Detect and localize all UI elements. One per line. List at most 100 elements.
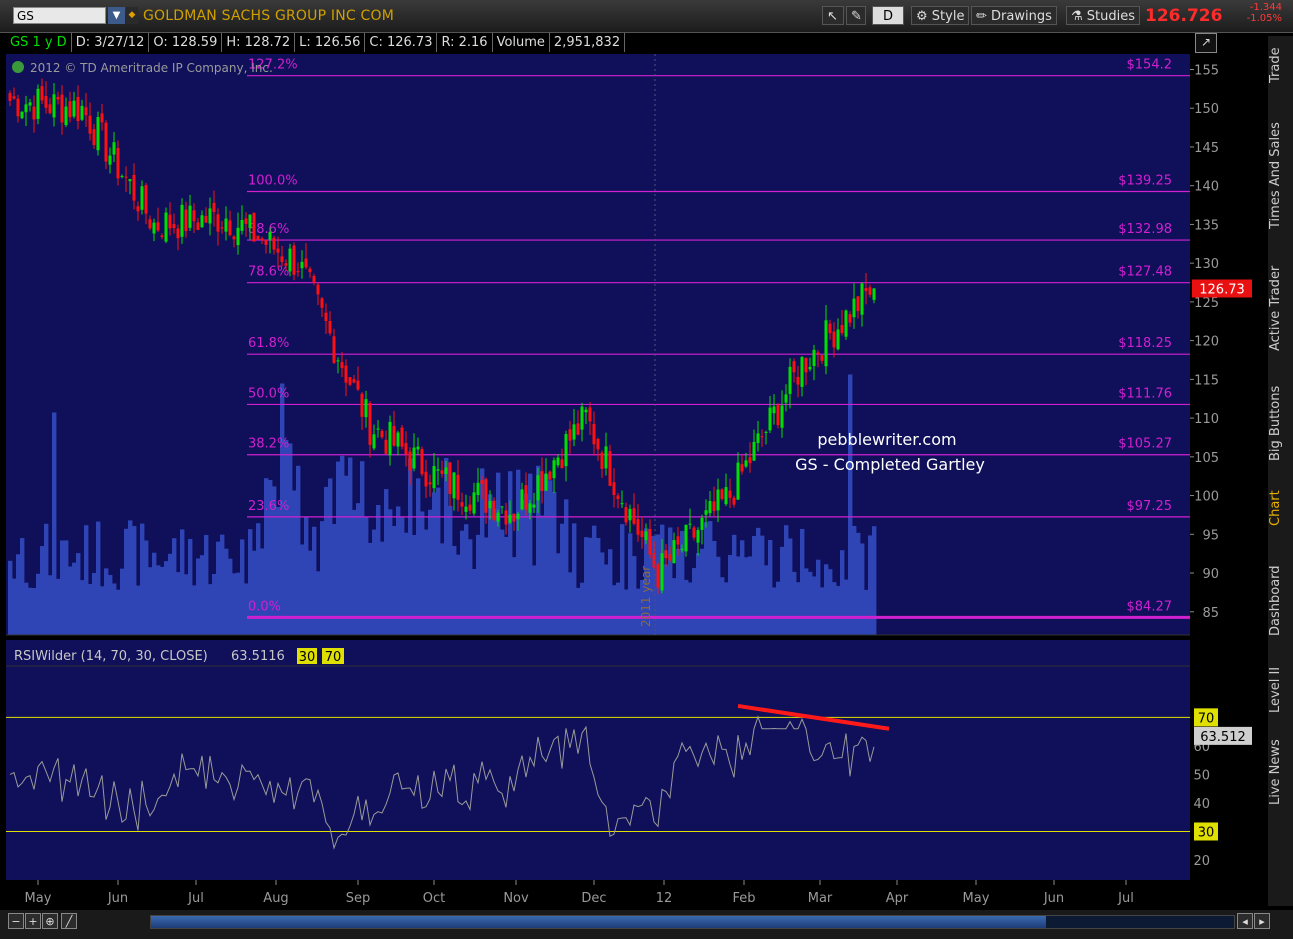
candle bbox=[276, 248, 280, 253]
pencil-icon: ✏ bbox=[976, 9, 992, 24]
candle bbox=[340, 362, 344, 369]
volume-bar bbox=[548, 480, 553, 635]
candle bbox=[120, 175, 124, 177]
zoom-out-icon[interactable]: − bbox=[8, 913, 24, 929]
year-marker: 2011 year bbox=[639, 566, 653, 627]
volume-bar bbox=[792, 571, 797, 635]
volume-bar bbox=[324, 486, 329, 635]
tab-live-news[interactable]: Live News bbox=[1268, 734, 1293, 810]
volume-bar bbox=[124, 528, 129, 635]
volume-bar bbox=[396, 506, 401, 635]
volume-bar bbox=[284, 439, 289, 635]
volume-bar bbox=[132, 526, 137, 635]
volume-bar bbox=[768, 539, 773, 635]
rsi-tick-label: 40 bbox=[1193, 797, 1210, 812]
candle bbox=[136, 206, 140, 212]
candle bbox=[156, 222, 160, 231]
volume-bar bbox=[628, 533, 633, 635]
volume-bar bbox=[848, 374, 853, 635]
drawings-button[interactable]: ✏ Drawings bbox=[971, 6, 1057, 25]
candle bbox=[600, 452, 604, 469]
info-volume: 2,951,832 bbox=[550, 33, 626, 52]
price-tick-label: 120 bbox=[1194, 335, 1219, 350]
candle bbox=[348, 377, 352, 385]
volume-bar bbox=[460, 530, 465, 635]
zoom-fit-icon[interactable]: ⊕ bbox=[42, 913, 58, 929]
scroll-left-icon[interactable]: ◂ bbox=[1237, 913, 1253, 929]
time-tick-label: Dec bbox=[581, 891, 606, 906]
volume-bar bbox=[632, 556, 637, 635]
candle bbox=[188, 205, 192, 228]
symbol-link-icon[interactable]: ◆ bbox=[126, 7, 138, 24]
volume-bar bbox=[844, 579, 849, 635]
time-tick-label: Oct bbox=[423, 891, 445, 906]
volume-bar bbox=[564, 499, 569, 635]
volume-bar bbox=[828, 569, 833, 635]
cursor-tool-icon[interactable]: ↖ bbox=[822, 6, 844, 25]
candle bbox=[220, 227, 224, 229]
tab-level-ii[interactable]: Level II bbox=[1268, 662, 1293, 718]
candle bbox=[256, 235, 260, 240]
volume-bar bbox=[676, 548, 681, 635]
draw-line-icon[interactable]: ╱ bbox=[61, 913, 77, 929]
copyright-line: 2012 © TD Ameritrade IP Company, Inc. bbox=[12, 61, 273, 75]
candle bbox=[840, 325, 844, 334]
volume-bar bbox=[612, 585, 617, 635]
style-button[interactable]: ⚙ Style bbox=[911, 6, 970, 25]
time-scrollbar[interactable] bbox=[150, 915, 1235, 929]
volume-bar bbox=[436, 487, 441, 635]
candle bbox=[792, 361, 796, 373]
candle bbox=[224, 218, 228, 232]
candle bbox=[352, 379, 356, 383]
price-tick-label: 145 bbox=[1194, 141, 1219, 156]
symbol-input[interactable]: GS bbox=[13, 7, 106, 24]
candle bbox=[480, 480, 484, 484]
tab-dashboard[interactable]: Dashboard bbox=[1268, 558, 1293, 644]
volume-bar bbox=[208, 584, 213, 635]
tab-big-buttons[interactable]: Big Buttons bbox=[1268, 378, 1293, 468]
fib-price-label: $139.25 bbox=[1118, 174, 1172, 189]
candle bbox=[576, 423, 580, 435]
fib-price-label: $132.98 bbox=[1118, 222, 1172, 237]
candle bbox=[824, 320, 828, 367]
candle bbox=[464, 506, 468, 512]
tab-trade[interactable]: Trade bbox=[1268, 40, 1293, 90]
chart-settings-icon[interactable]: ↗ bbox=[1195, 33, 1217, 53]
fib-pct-label: 0.0% bbox=[248, 599, 281, 614]
volume-bar bbox=[156, 565, 161, 635]
candle bbox=[392, 426, 396, 446]
candle bbox=[104, 122, 108, 162]
info-volume-label: Volume bbox=[493, 33, 550, 52]
candle bbox=[544, 473, 548, 491]
volume-bar bbox=[360, 461, 365, 635]
tab-chart[interactable]: Chart bbox=[1268, 484, 1293, 532]
studies-button[interactable]: ⚗ Studies bbox=[1066, 6, 1141, 25]
tab-times-and-sales[interactable]: Times And Sales bbox=[1268, 116, 1293, 236]
price-tick-label: 100 bbox=[1194, 490, 1219, 505]
candle bbox=[564, 433, 568, 467]
aggregation-button[interactable]: D bbox=[872, 6, 904, 25]
tab-active-trader[interactable]: Active Trader bbox=[1268, 258, 1293, 358]
volume-bar bbox=[600, 552, 605, 635]
volume-bar bbox=[72, 562, 77, 635]
symbol-dropdown-icon[interactable]: ▼ bbox=[108, 7, 125, 24]
candle bbox=[128, 179, 132, 182]
wrench-icon[interactable]: ✎ bbox=[846, 6, 866, 25]
candle bbox=[860, 283, 864, 315]
candle bbox=[236, 227, 240, 246]
candle bbox=[296, 271, 300, 273]
candle bbox=[260, 238, 264, 241]
candle bbox=[440, 470, 444, 474]
zoom-in-icon[interactable]: + bbox=[25, 913, 41, 929]
candle bbox=[204, 215, 208, 223]
rsi-tick-label: 50 bbox=[1193, 768, 1210, 783]
candle bbox=[16, 98, 20, 117]
volume-bar bbox=[204, 534, 209, 635]
candle bbox=[172, 223, 176, 229]
scroll-thumb[interactable] bbox=[151, 916, 1046, 928]
candle bbox=[280, 256, 284, 262]
fib-pct-label: 50.0% bbox=[248, 386, 289, 401]
candle bbox=[636, 519, 640, 535]
scroll-right-icon[interactable]: ▸ bbox=[1254, 913, 1270, 929]
candle bbox=[828, 323, 832, 334]
